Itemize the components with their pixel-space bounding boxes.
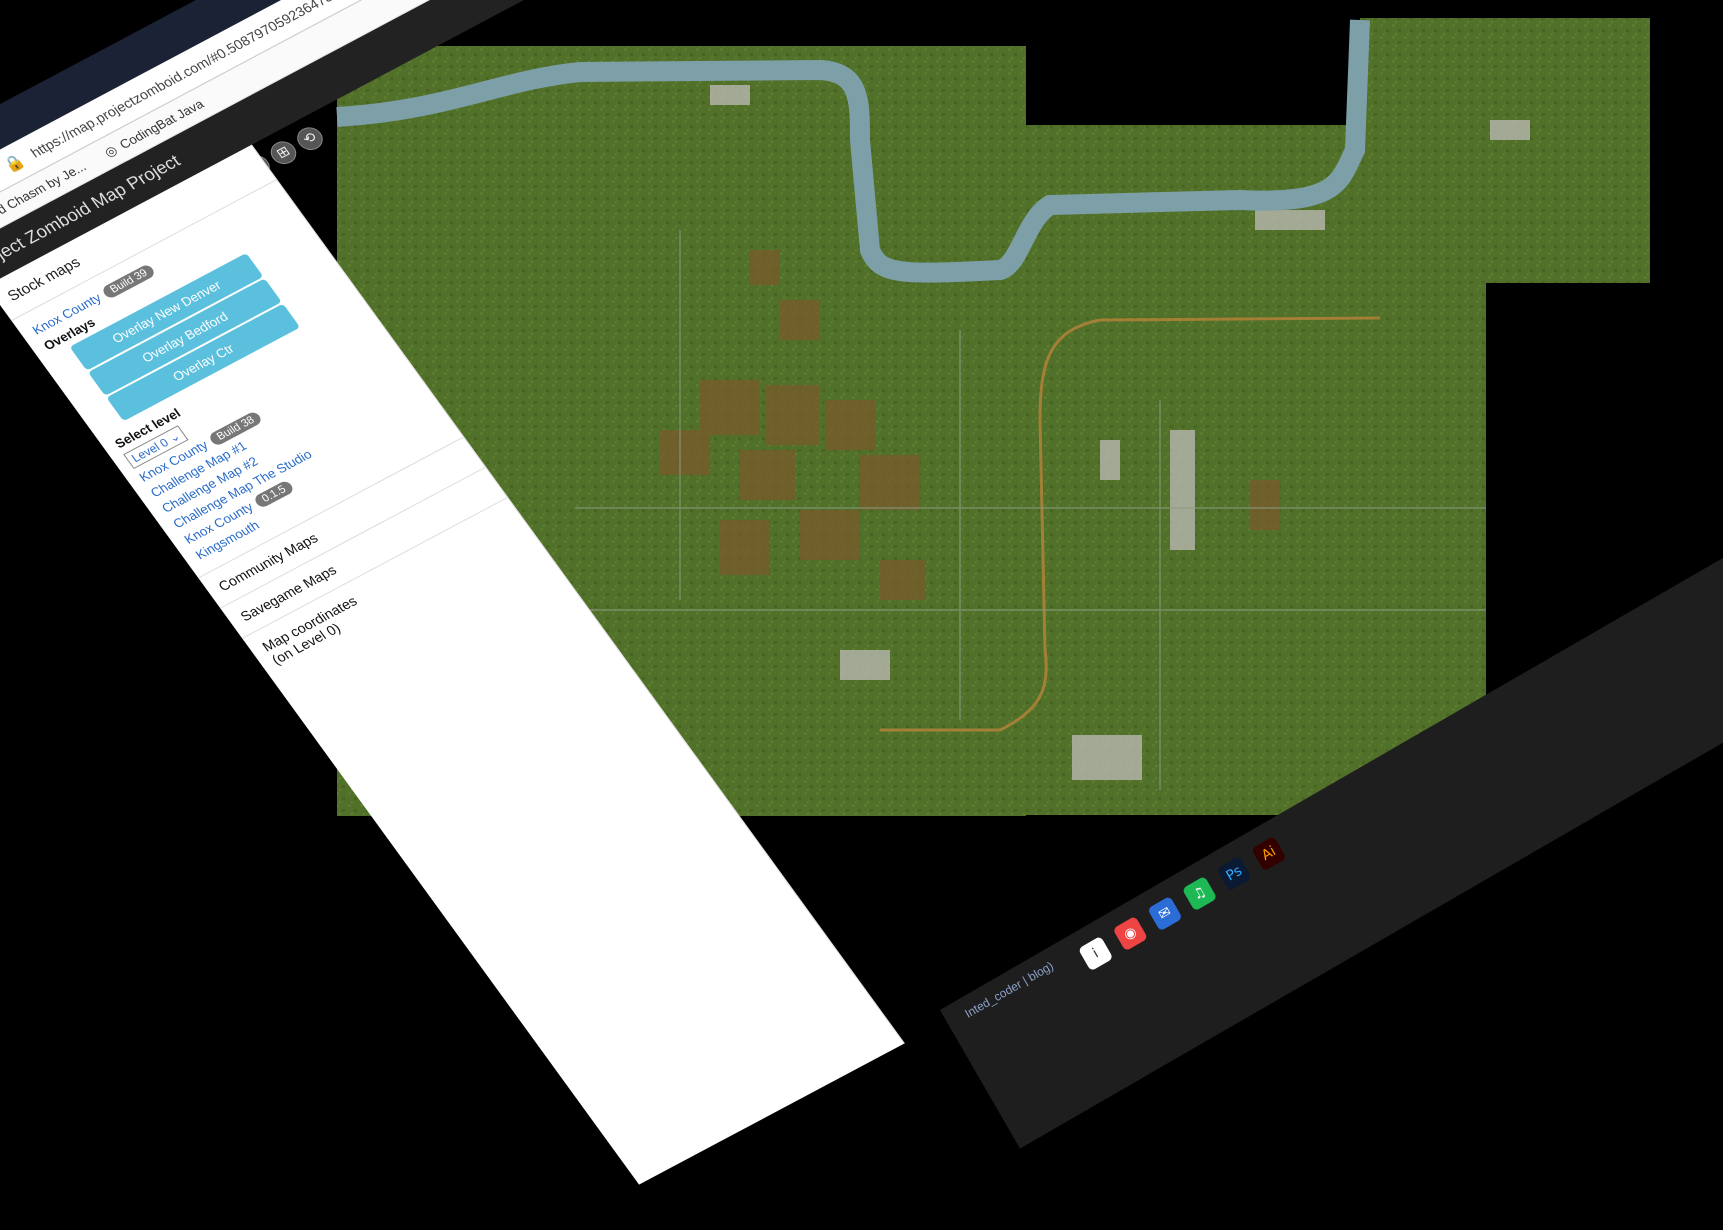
bookmark-icon: ◎	[100, 141, 120, 160]
info-icon[interactable]: ⓘ	[0, 162, 4, 189]
fullscreen-button[interactable]: ⊞	[265, 137, 302, 169]
browser-window: ⓘ 🔒 https://map.projectzomboid.com/#0.50…	[0, 0, 1723, 1230]
spotify-icon[interactable]: ♫	[1181, 875, 1218, 912]
photoshop-icon[interactable]: Ps	[1216, 855, 1252, 892]
chevron-down-icon: ⌄	[165, 429, 184, 446]
reset-button[interactable]: ⟲	[292, 123, 328, 155]
info-icon[interactable]: i	[1077, 935, 1114, 972]
lock-icon: 🔒	[0, 151, 29, 175]
chrome-icon[interactable]: ◉	[1112, 915, 1149, 952]
illustrator-icon[interactable]: Ai	[1251, 835, 1287, 872]
outlook-icon[interactable]: ✉	[1147, 895, 1183, 932]
